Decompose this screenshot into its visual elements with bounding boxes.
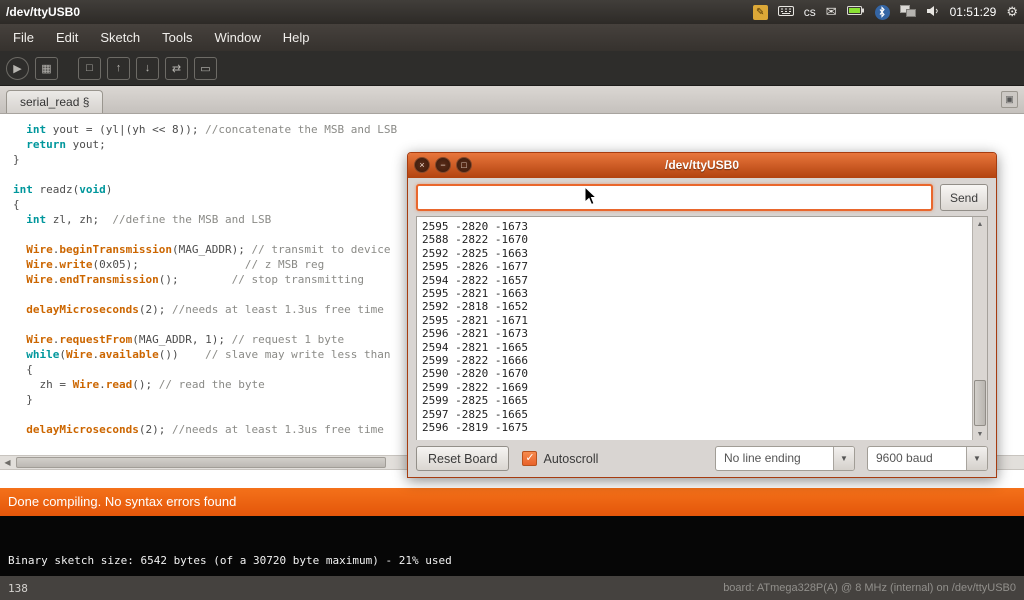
open-button[interactable]: ↑	[107, 57, 130, 80]
mouse-cursor	[584, 186, 597, 211]
serial-input-row: Send	[416, 184, 988, 211]
line-ending-dropdown[interactable]: No line ending ▼	[715, 446, 855, 471]
menu-help[interactable]: Help	[272, 24, 321, 51]
chevron-down-icon[interactable]: ▼	[833, 447, 854, 470]
menu-edit[interactable]: Edit	[45, 24, 89, 51]
send-button[interactable]: Send	[940, 184, 988, 211]
serial-monitor-window: × − □ /dev/ttyUSB0 Send 2595 -2820 -1673…	[407, 152, 997, 478]
scroll-up-icon[interactable]: ▲	[973, 217, 987, 231]
stop-button[interactable]: ▦	[35, 57, 58, 80]
battery-icon[interactable]	[847, 5, 865, 19]
panel-indicators: ✎ cs ✉ 01:51:29 ⚙	[753, 4, 1018, 20]
new-sketch-button[interactable]: □	[78, 57, 101, 80]
minimize-icon[interactable]: −	[435, 157, 451, 173]
chevron-down-icon[interactable]: ▼	[966, 447, 987, 470]
serial-output-area: 2595 -2820 -1673 2588 -2822 -1670 2592 -…	[416, 216, 988, 442]
volume-icon[interactable]	[926, 5, 940, 20]
baud-rate-value: 9600 baud	[868, 447, 966, 470]
serial-scrollbar[interactable]: ▲ ▼	[972, 217, 987, 441]
reset-board-button[interactable]: Reset Board	[416, 446, 509, 471]
menu-tools[interactable]: Tools	[151, 24, 203, 51]
menu-bar: File Edit Sketch Tools Window Help	[0, 24, 1024, 51]
board-info: board: ATmega328P(A) @ 8 MHz (internal) …	[723, 582, 1016, 594]
keyboard-layout-indicator[interactable]: cs	[804, 5, 816, 19]
autoscroll-checkbox[interactable]: ✓	[522, 451, 537, 466]
serial-monitor-bottom-bar: Reset Board ✓ Autoscroll No line ending …	[408, 440, 996, 477]
window-controls: × − □	[414, 157, 472, 173]
serial-monitor-button[interactable]: ▭	[194, 57, 217, 80]
console-output: Binary sketch size: 6542 bytes (of a 307…	[0, 516, 1024, 576]
autoscroll-label: Autoscroll	[543, 452, 598, 466]
console-message: Binary sketch size: 6542 bytes (of a 307…	[8, 554, 452, 567]
verify-button[interactable]: ▶	[6, 57, 29, 80]
screen: /dev/ttyUSB0 ✎ cs ✉ 01:51:29 ⚙	[0, 0, 1024, 600]
tab-bar: serial_read § ▣	[0, 86, 1024, 114]
session-menu-icon[interactable]: ⚙	[1006, 4, 1018, 20]
mail-icon[interactable]: ✉	[826, 4, 837, 20]
menu-sketch[interactable]: Sketch	[89, 24, 151, 51]
scroll-down-icon[interactable]: ▼	[973, 427, 987, 441]
scroll-left-icon[interactable]: ◀	[0, 456, 15, 469]
serial-monitor-titlebar[interactable]: × − □ /dev/ttyUSB0	[408, 153, 996, 178]
upload-button[interactable]: ⇄	[165, 57, 188, 80]
network-icon[interactable]	[900, 5, 916, 20]
serial-scrollbar-thumb[interactable]	[974, 380, 986, 426]
baud-rate-dropdown[interactable]: 9600 baud ▼	[867, 446, 988, 471]
menu-file[interactable]: File	[2, 24, 45, 51]
hscroll-thumb[interactable]	[16, 457, 386, 468]
menu-window[interactable]: Window	[203, 24, 271, 51]
notes-icon[interactable]: ✎	[753, 5, 768, 20]
cursor-line-number: 138	[8, 582, 28, 595]
keyboard-icon[interactable]	[778, 5, 794, 20]
serial-output: 2595 -2820 -1673 2588 -2822 -1670 2592 -…	[422, 220, 970, 441]
save-button[interactable]: ↓	[136, 57, 159, 80]
compile-status-bar: Done compiling. No syntax errors found	[0, 488, 1024, 516]
tab-menu-icon[interactable]: ▣	[1001, 91, 1018, 108]
window-title: /dev/ttyUSB0	[6, 5, 80, 19]
status-strip: 138 board: ATmega328P(A) @ 8 MHz (intern…	[0, 576, 1024, 600]
maximize-icon[interactable]: □	[456, 157, 472, 173]
serial-monitor-title: /dev/ttyUSB0	[665, 158, 739, 172]
line-ending-value: No line ending	[716, 447, 833, 470]
tab-serial-read[interactable]: serial_read §	[6, 90, 103, 113]
ubuntu-top-panel: /dev/ttyUSB0 ✎ cs ✉ 01:51:29 ⚙	[0, 0, 1024, 24]
close-icon[interactable]: ×	[414, 157, 430, 173]
ide-toolbar: ▶ ▦ □ ↑ ↓ ⇄ ▭	[0, 51, 1024, 86]
compile-status-message: Done compiling. No syntax errors found	[8, 494, 236, 509]
clock[interactable]: 01:51:29	[950, 5, 997, 19]
serial-input[interactable]	[416, 184, 933, 211]
bluetooth-icon[interactable]	[875, 5, 890, 20]
